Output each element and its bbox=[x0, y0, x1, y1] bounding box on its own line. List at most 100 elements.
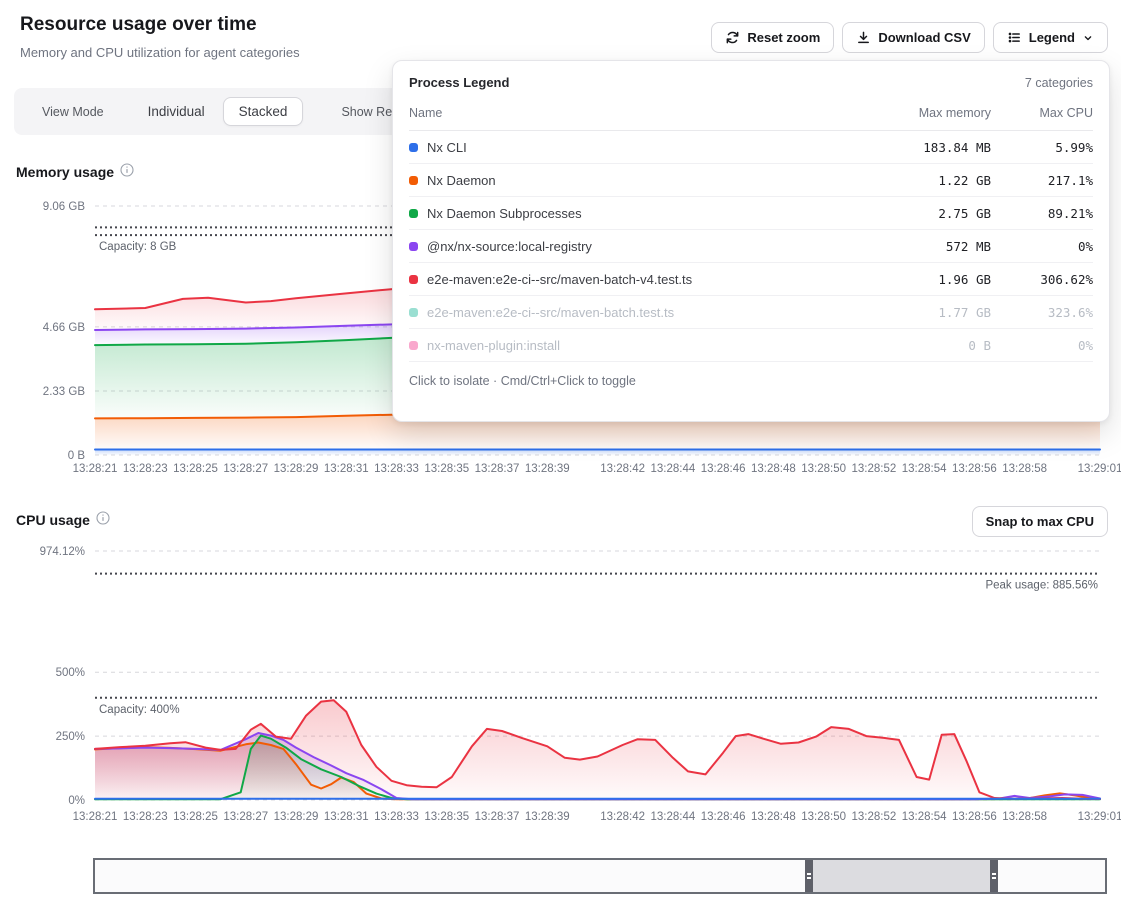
svg-text:13:28:25: 13:28:25 bbox=[173, 811, 218, 823]
column-max-cpu: Max CPU bbox=[991, 106, 1093, 120]
series-name: nx-maven-plugin:install bbox=[427, 338, 560, 353]
svg-text:13:28:44: 13:28:44 bbox=[650, 811, 695, 823]
svg-text:13:28:39: 13:28:39 bbox=[525, 463, 570, 475]
view-mode-label: View Mode bbox=[42, 105, 104, 119]
series-color-swatch bbox=[409, 242, 418, 251]
max-cpu-value: 217.1% bbox=[991, 173, 1093, 188]
series-name: Nx Daemon bbox=[427, 173, 496, 188]
svg-text:13:28:21: 13:28:21 bbox=[73, 811, 118, 823]
series-name: e2e-maven:e2e-ci--src/maven-batch.test.t… bbox=[427, 305, 674, 320]
reset-zoom-button[interactable]: Reset zoom bbox=[711, 22, 834, 53]
header-actions: Reset zoom Download CSV Legend bbox=[711, 22, 1108, 53]
brush-handle-right[interactable] bbox=[990, 860, 998, 892]
snap-button-label: Snap to max CPU bbox=[986, 514, 1094, 529]
legend-row[interactable]: @nx/nx-source:local-registry572 MB0% bbox=[409, 230, 1093, 263]
svg-text:4.66 GB: 4.66 GB bbox=[43, 322, 86, 334]
view-mode-individual[interactable]: Individual bbox=[138, 98, 215, 125]
info-icon[interactable] bbox=[96, 511, 110, 528]
svg-text:13:28:56: 13:28:56 bbox=[952, 463, 997, 475]
cpu-usage-chart[interactable]: 974.12%500%250%0%13:28:2113:28:2313:28:2… bbox=[0, 540, 1121, 832]
max-cpu-value: 89.21% bbox=[991, 206, 1093, 221]
max-memory-value: 2.75 GB bbox=[841, 206, 991, 221]
series-name: Nx CLI bbox=[427, 140, 467, 155]
svg-text:13:28:58: 13:28:58 bbox=[1002, 463, 1047, 475]
list-icon bbox=[1007, 30, 1022, 45]
svg-text:13:28:56: 13:28:56 bbox=[952, 811, 997, 823]
legend-row[interactable]: e2e-maven:e2e-ci--src/maven-batch.test.t… bbox=[409, 296, 1093, 329]
legend-row[interactable]: Nx Daemon Subprocesses 2.75 GB89.21% bbox=[409, 197, 1093, 230]
brush-handle-left[interactable] bbox=[805, 860, 813, 892]
svg-text:Capacity: 400%: Capacity: 400% bbox=[99, 704, 180, 716]
svg-text:13:28:50: 13:28:50 bbox=[801, 811, 846, 823]
legend-rows: Nx CLI 183.84 MB5.99% Nx Daemon 1.22 GB217.… bbox=[409, 131, 1093, 362]
svg-text:13:28:58: 13:28:58 bbox=[1002, 811, 1047, 823]
svg-text:13:28:25: 13:28:25 bbox=[173, 463, 218, 475]
svg-text:13:29:01: 13:29:01 bbox=[1078, 811, 1121, 823]
legend-row[interactable]: Nx Daemon 1.22 GB217.1% bbox=[409, 164, 1093, 197]
legend-button-label: Legend bbox=[1029, 30, 1075, 45]
series-color-swatch bbox=[409, 209, 418, 218]
brush-selection[interactable] bbox=[805, 860, 998, 892]
svg-text:13:28:52: 13:28:52 bbox=[851, 811, 896, 823]
series-name: Nx Daemon Subprocesses bbox=[427, 206, 582, 221]
max-memory-value: 183.84 MB bbox=[841, 140, 991, 155]
reset-zoom-label: Reset zoom bbox=[747, 30, 820, 45]
series-color-swatch bbox=[409, 275, 418, 284]
legend-row[interactable]: e2e-maven:e2e-ci--src/maven-batch-v4.tes… bbox=[409, 263, 1093, 296]
popup-header: Process Legend 7 categories bbox=[409, 75, 1093, 90]
svg-text:13:28:27: 13:28:27 bbox=[223, 811, 268, 823]
svg-text:13:28:23: 13:28:23 bbox=[123, 463, 168, 475]
svg-text:13:28:27: 13:28:27 bbox=[223, 463, 268, 475]
svg-text:2.33 GB: 2.33 GB bbox=[43, 386, 86, 398]
info-icon[interactable] bbox=[120, 163, 134, 180]
series-name: e2e-maven:e2e-ci--src/maven-batch-v4.tes… bbox=[427, 272, 692, 287]
popup-title: Process Legend bbox=[409, 75, 509, 90]
svg-text:13:28:52: 13:28:52 bbox=[851, 463, 896, 475]
svg-text:13:28:39: 13:28:39 bbox=[525, 811, 570, 823]
max-memory-value: 1.22 GB bbox=[841, 173, 991, 188]
svg-text:13:28:46: 13:28:46 bbox=[701, 463, 746, 475]
legend-row[interactable]: Nx CLI 183.84 MB5.99% bbox=[409, 131, 1093, 164]
chevron-down-icon bbox=[1082, 32, 1094, 44]
svg-text:0 B: 0 B bbox=[68, 450, 86, 462]
max-cpu-value: 0% bbox=[991, 239, 1093, 254]
svg-text:13:28:48: 13:28:48 bbox=[751, 811, 796, 823]
series-color-swatch bbox=[409, 143, 418, 152]
max-cpu-value: 5.99% bbox=[991, 140, 1093, 155]
svg-text:13:28:42: 13:28:42 bbox=[600, 463, 645, 475]
refresh-icon bbox=[725, 30, 740, 45]
svg-text:13:28:37: 13:28:37 bbox=[475, 811, 520, 823]
svg-text:13:28:46: 13:28:46 bbox=[701, 811, 746, 823]
svg-text:0%: 0% bbox=[68, 795, 85, 807]
process-legend-popup: Process Legend 7 categories Name Max mem… bbox=[392, 60, 1110, 422]
download-icon bbox=[856, 30, 871, 45]
svg-text:13:28:23: 13:28:23 bbox=[123, 811, 168, 823]
svg-text:Capacity: 8 GB: Capacity: 8 GB bbox=[99, 241, 177, 253]
snap-to-max-cpu-button[interactable]: Snap to max CPU bbox=[972, 506, 1108, 537]
svg-text:13:28:54: 13:28:54 bbox=[902, 463, 947, 475]
svg-text:13:28:37: 13:28:37 bbox=[475, 463, 520, 475]
max-memory-value: 572 MB bbox=[841, 239, 991, 254]
column-name: Name bbox=[409, 106, 841, 120]
memory-title-text: Memory usage bbox=[16, 164, 114, 180]
time-range-brush[interactable] bbox=[93, 858, 1107, 894]
svg-text:974.12%: 974.12% bbox=[40, 546, 85, 558]
svg-text:13:28:29: 13:28:29 bbox=[274, 463, 319, 475]
svg-text:13:28:42: 13:28:42 bbox=[600, 811, 645, 823]
svg-text:13:28:21: 13:28:21 bbox=[73, 463, 118, 475]
legend-footer-hint: Click to isolate · Cmd/Ctrl+Click to tog… bbox=[409, 362, 1093, 388]
svg-text:500%: 500% bbox=[56, 667, 85, 679]
svg-text:Peak usage: 885.56%: Peak usage: 885.56% bbox=[985, 580, 1098, 592]
legend-dropdown-button[interactable]: Legend bbox=[993, 22, 1108, 53]
download-csv-button[interactable]: Download CSV bbox=[842, 22, 984, 53]
series-color-swatch bbox=[409, 176, 418, 185]
legend-row[interactable]: nx-maven-plugin:install0 B0% bbox=[409, 329, 1093, 362]
cpu-title-text: CPU usage bbox=[16, 512, 90, 528]
page-subtitle: Memory and CPU utilization for agent cat… bbox=[20, 45, 300, 60]
cpu-section-title: CPU usage bbox=[16, 511, 110, 528]
svg-text:13:28:29: 13:28:29 bbox=[274, 811, 319, 823]
download-csv-label: Download CSV bbox=[878, 30, 970, 45]
max-cpu-value: 306.62% bbox=[991, 272, 1093, 287]
svg-text:13:28:50: 13:28:50 bbox=[801, 463, 846, 475]
view-mode-stacked[interactable]: Stacked bbox=[223, 97, 304, 126]
